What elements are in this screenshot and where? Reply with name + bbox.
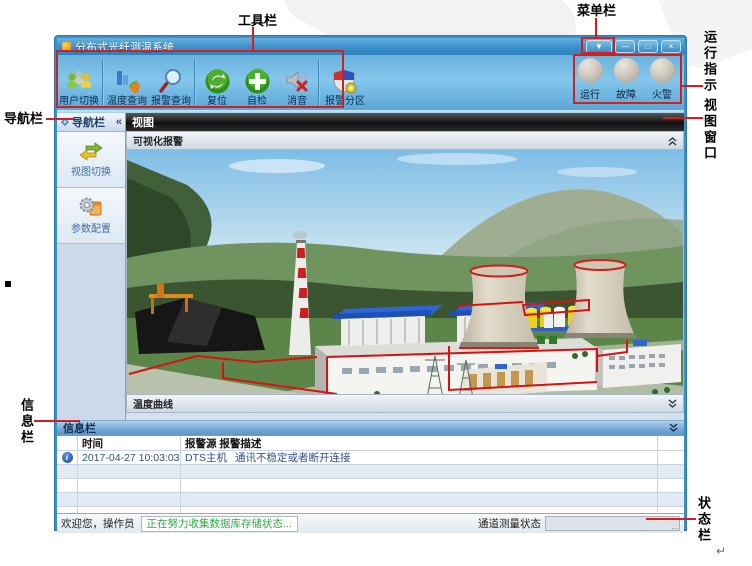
table-header-row: 时间 报警源 报警描述 — [57, 436, 684, 451]
toolbar-button-self-test[interactable]: 自检 — [237, 55, 277, 110]
menu-dropdown-button[interactable]: ▼ — [586, 40, 612, 53]
window-title: 分布式光纤测温系统 — [75, 39, 583, 55]
main-area: 导航栏 « 视图切换 参 — [57, 113, 684, 420]
toolbar-button-alarm-zones[interactable]: 报警分区 — [321, 55, 369, 110]
table-row-empty — [57, 479, 684, 493]
maximize-button[interactable]: □ — [638, 40, 658, 53]
progress-dots: ... — [671, 522, 678, 531]
toolbar-button-user-switch[interactable]: 用户切换 — [57, 55, 101, 110]
bullet-square — [5, 281, 11, 287]
nav-panel: 导航栏 « 视图切换 参 — [57, 113, 126, 420]
view-header: 视图 — [126, 113, 684, 131]
section-visual-alarm[interactable]: 可视化报警 — [126, 131, 684, 150]
annotation-menubar: 菜单栏 — [577, 3, 616, 18]
chevron-double-down-icon — [669, 423, 678, 433]
cell-time: 2017-04-27 10:03:03 — [77, 451, 180, 464]
fault-lamp-icon — [614, 58, 639, 83]
annotation-toolbar: 工具栏 — [238, 13, 277, 28]
db-status-text: 正在努力收集数据库存储状态... — [141, 516, 298, 532]
toolbar-button-temperature-query[interactable]: 温度查询 — [105, 55, 149, 110]
toolbar-separator — [102, 59, 104, 106]
reset-icon — [204, 66, 231, 96]
nav-item-parameter-config[interactable]: 参数配置 — [57, 188, 125, 244]
app-icon — [62, 42, 71, 51]
minimize-button[interactable]: — — [615, 40, 635, 53]
nav-empty-area — [57, 244, 125, 420]
toolbar-button-reset[interactable]: 复位 — [197, 55, 237, 110]
annotation-view-window: 视图窗口 — [702, 98, 717, 182]
chart-icon — [113, 66, 141, 96]
alarm-table: 时间 报警源 报警描述 i 2017-04-27 10:03:03 DTS主机 … — [57, 435, 684, 513]
run-indicators: 运行 故障 火警 — [572, 58, 680, 101]
toolbar-button-alarm-query[interactable]: 报警查询 — [149, 55, 193, 110]
table-row[interactable]: i 2017-04-27 10:03:03 DTS主机 通讯不稳定或者断开连接 — [57, 451, 684, 465]
annotation-line-menubar — [595, 18, 597, 38]
paragraph-mark: ↵ — [716, 544, 726, 558]
toolbar-separator — [318, 59, 320, 106]
view-bottom-gap — [126, 413, 684, 420]
annotation-status: 状态栏 — [696, 496, 711, 558]
app-window: 分布式光纤测温系统 ▼ — □ × 用户切换 — [55, 36, 686, 530]
cell-source: DTS主机 — [185, 450, 227, 465]
power-plant-image — [127, 150, 683, 394]
annotation-info: 信息栏 — [19, 398, 34, 460]
table-row-empty — [57, 465, 684, 479]
annotation-line-toolbar — [252, 27, 254, 51]
welcome-text: 欢迎您，操作员 — [61, 516, 135, 531]
table-row-empty — [57, 493, 684, 507]
chevron-double-up-icon — [668, 136, 677, 146]
annotation-line-status — [646, 518, 696, 520]
view-area: 视图 可视化报警 — [126, 113, 684, 420]
page: 工具栏 菜单栏 运行指示 视图窗口 导航栏 信息栏 状态栏 ↵ 分布式光纤测温系… — [0, 0, 752, 566]
chevron-double-down-icon — [668, 399, 677, 409]
self-test-plus-icon — [244, 66, 271, 96]
close-button[interactable]: × — [661, 40, 681, 53]
status-bar: 欢迎您，操作员 正在努力收集数据库存储状态... 通道测量状态 ... — [57, 513, 684, 533]
mute-speaker-icon — [283, 66, 311, 96]
col-source-desc[interactable]: 报警源 报警描述 — [180, 436, 657, 450]
annotation-line-run-indicator — [681, 85, 703, 87]
switch-arrows-icon — [78, 141, 104, 161]
toolbar: 用户切换 温度查询 — [57, 55, 684, 110]
title-bar: 分布式光纤测温系统 ▼ — □ × — [57, 38, 684, 55]
annotation-line-info — [34, 420, 80, 422]
nav-header: 导航栏 « — [57, 113, 125, 132]
annotation-line-nav — [46, 118, 74, 120]
shield-gear-icon — [331, 66, 359, 96]
toolbar-button-mute[interactable]: 消音 — [277, 55, 317, 110]
annotation-nav: 导航栏 — [4, 111, 43, 126]
channel-status-label: 通道测量状态 — [478, 516, 541, 531]
col-time[interactable]: 时间 — [77, 436, 180, 450]
info-icon: i — [62, 452, 73, 463]
nav-collapse-button[interactable]: « — [116, 116, 122, 128]
fire-lamp-icon — [650, 58, 675, 83]
annotation-line-view-window — [663, 117, 703, 119]
magnifier-icon — [157, 66, 185, 96]
indicator-fire: 火警 — [644, 58, 680, 101]
info-bar[interactable]: 信息栏 — [57, 420, 684, 435]
plant-scene[interactable] — [126, 150, 684, 394]
nav-item-view-switch[interactable]: 视图切换 — [57, 132, 125, 188]
gear-config-icon — [78, 196, 104, 218]
indicator-run: 运行 — [572, 58, 608, 101]
indicator-fault: 故障 — [608, 58, 644, 101]
toolbar-separator — [194, 59, 196, 106]
cell-desc: 通讯不稳定或者断开连接 — [235, 450, 351, 465]
users-icon — [65, 66, 93, 96]
run-lamp-icon — [578, 58, 603, 83]
section-temperature-curve[interactable]: 温度曲线 — [126, 394, 684, 413]
